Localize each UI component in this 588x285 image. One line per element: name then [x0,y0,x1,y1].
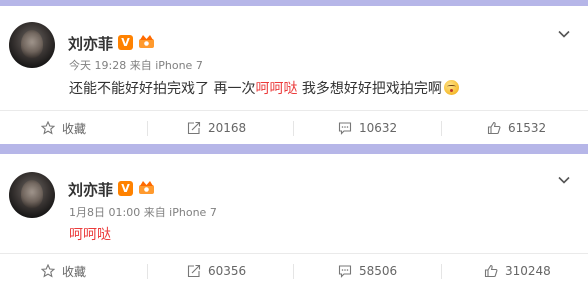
verified-badge: V [118,35,133,50]
comment-count: 10632 [359,121,398,135]
repost-count: 20168 [208,121,247,135]
post-divider [0,144,588,154]
crown-badge-icon [139,181,154,194]
comment-button[interactable]: 58506 [338,254,397,285]
chevron-down-icon[interactable] [558,28,570,40]
comment-icon [338,265,352,278]
weibo-post: 刘亦菲 V 1月8日 01:00 来自 iPhone 7 呵呵哒 收藏 6035… [0,154,588,285]
comment-icon [338,122,352,135]
action-bar: 收藏 20168 10632 61532 [0,110,588,144]
divider [293,121,294,136]
divider [293,264,294,279]
thumbs-up-icon [487,121,501,135]
comment-button[interactable]: 10632 [338,111,397,145]
content-highlight: 呵呵哒 [69,227,111,243]
action-bar: 收藏 60356 58506 310248 [0,253,588,285]
like-count: 61532 [508,121,547,135]
chevron-down-icon[interactable] [558,174,570,186]
favorite-button[interactable]: 收藏 [41,254,86,285]
star-icon [41,264,55,278]
favorite-button[interactable]: 收藏 [41,111,86,145]
post-content: 呵呵哒 [69,224,111,244]
divider [441,264,442,279]
post-meta: 今天 19:28 来自 iPhone 7 [69,59,203,72]
post-content: 还能不能好好拍完戏了 再一次呵呵哒 我多想好好把戏拍完啊 [69,78,459,98]
like-button[interactable]: 310248 [484,254,551,285]
content-highlight: 呵呵哒 [255,81,298,97]
favorite-label: 收藏 [62,264,87,279]
repost-button[interactable]: 60356 [187,254,246,285]
divider [147,121,148,136]
emoji-face-icon [443,80,459,95]
divider [441,121,442,136]
verified-badge: V [118,181,133,196]
thumbs-up-icon [484,264,498,278]
content-text: 我多想好好把戏拍完啊 [297,81,442,97]
crown-badge-icon [139,35,154,48]
author-name[interactable]: 刘亦菲 [68,33,113,54]
avatar[interactable] [9,22,55,68]
favorite-label: 收藏 [62,121,87,136]
divider [147,264,148,279]
author-name[interactable]: 刘亦菲 [68,179,113,200]
repost-count: 60356 [208,264,247,278]
repost-icon [187,121,201,135]
star-icon [41,121,55,135]
like-count: 310248 [505,264,551,278]
content-text: 还能不能好好拍完戏了 再一次 [69,81,256,97]
weibo-post: 刘亦菲 V 今天 19:28 来自 iPhone 7 还能不能好好拍完戏了 再一… [0,6,588,144]
post-meta: 1月8日 01:00 来自 iPhone 7 [69,206,217,219]
avatar[interactable] [9,172,55,218]
like-button[interactable]: 61532 [487,111,546,145]
comment-count: 58506 [359,264,398,278]
repost-button[interactable]: 20168 [187,111,246,145]
repost-icon [187,264,201,278]
